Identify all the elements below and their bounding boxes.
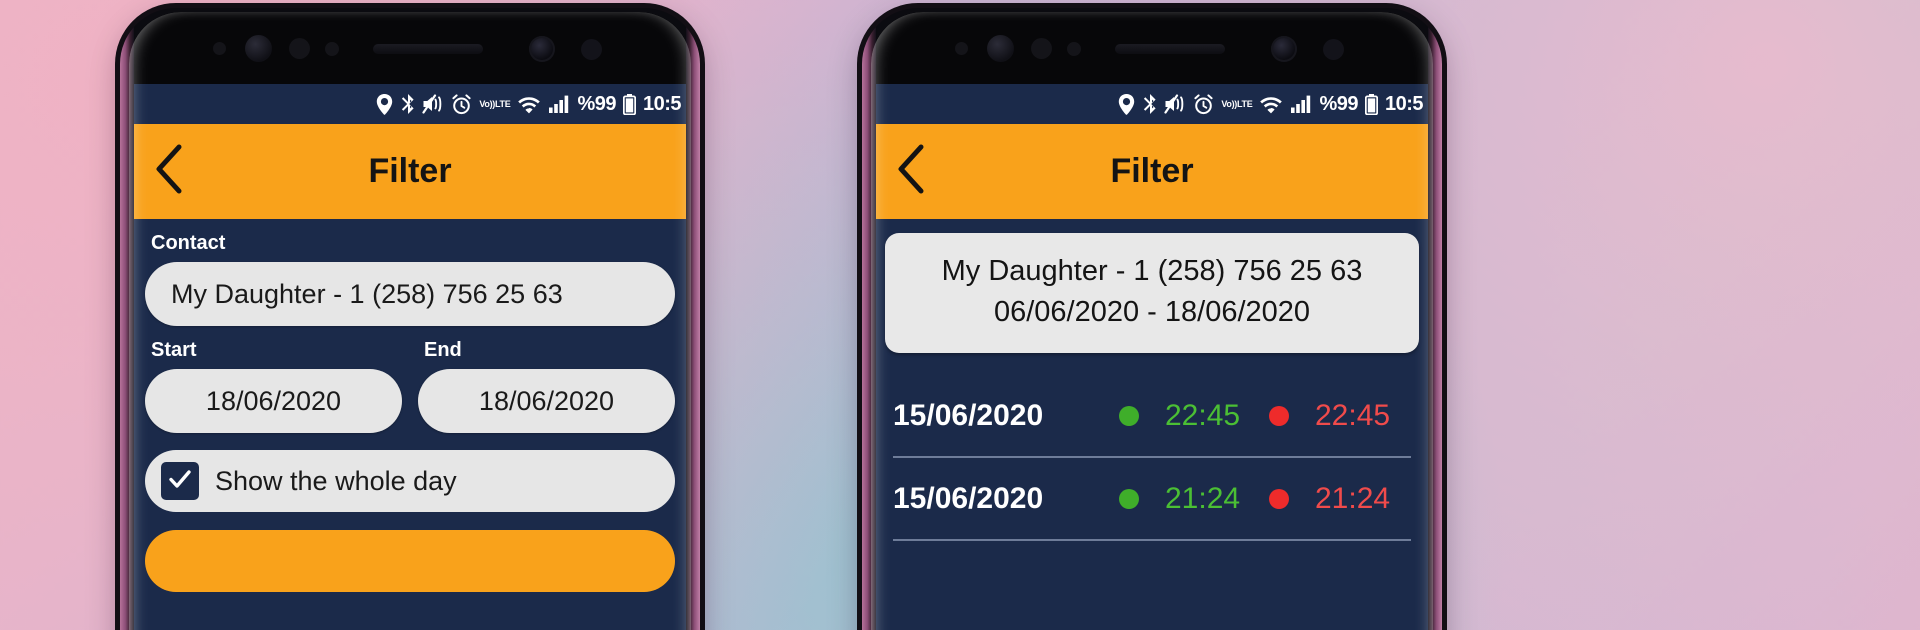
show-whole-day-checkbox[interactable]	[161, 462, 199, 500]
contact-label: Contact	[151, 232, 226, 254]
app-bar-left: Filter	[129, 124, 691, 219]
signal-icon	[548, 94, 570, 114]
app-bar-right: Filter	[871, 124, 1433, 219]
app-screen-right: Vo)) LTE %99 10:5 Filter My Daughter - 1…	[871, 84, 1433, 630]
call-end-time: 21:24	[1315, 481, 1391, 515]
call-start-time: 21:24	[1165, 481, 1241, 515]
red-status-dot	[1269, 488, 1289, 509]
battery-percent-label: %99	[577, 92, 616, 115]
proximity-sensor-icon	[213, 42, 226, 55]
volte-top-label: Vo))	[479, 98, 495, 109]
phone-forehead-left	[129, 12, 691, 84]
chevron-left-icon	[895, 144, 925, 199]
summary-date-range: 06/06/2020 - 18/06/2020	[993, 296, 1311, 329]
apply-filter-button[interactable]	[145, 530, 675, 592]
end-date-group: End 18/06/2020	[418, 326, 675, 433]
battery-icon	[622, 93, 636, 115]
contact-select[interactable]: My Daughter - 1 (258) 756 25 63	[145, 262, 675, 326]
start-date-group: Start 18/06/2020	[145, 326, 402, 433]
clock-label: 10:5	[1384, 92, 1424, 115]
front-camera-icon	[529, 36, 555, 62]
start-label: Start	[151, 339, 197, 361]
date-range-row: Start 18/06/2020 End 18/06/2020	[145, 326, 675, 433]
phone-screen-glass-left: Vo)) LTE %99 10:5 Filter Contact My Daug…	[129, 12, 691, 630]
start-date-input[interactable]: 18/06/2020	[145, 369, 402, 433]
green-status-dot	[1119, 488, 1139, 509]
mute-icon	[1164, 94, 1186, 114]
end-date-input[interactable]: 18/06/2020	[418, 369, 675, 433]
led-indicator-icon	[1067, 42, 1081, 56]
volte-bottom-label: LTE	[1237, 98, 1253, 109]
status-bar-left: Vo)) LTE %99 10:5	[129, 84, 691, 124]
proximity-sensor-icon	[955, 42, 968, 55]
secondary-sensor-icon	[1323, 39, 1344, 60]
green-status-dot	[1119, 405, 1139, 426]
table-row[interactable]: 15/06/2020 21:24 21:24	[893, 458, 1411, 542]
end-label: End	[424, 339, 462, 361]
mute-icon	[422, 94, 444, 114]
earpiece-speaker-icon	[1115, 44, 1225, 54]
back-button[interactable]	[877, 144, 943, 199]
battery-icon	[1364, 93, 1378, 115]
alarm-icon	[451, 93, 472, 115]
call-end-time: 22:45	[1315, 398, 1391, 432]
red-status-dot	[1269, 405, 1289, 426]
phone-device-left: Vo)) LTE %99 10:5 Filter Contact My Daug…	[120, 8, 700, 630]
volte-top-label: Vo))	[1221, 98, 1237, 109]
phone-device-right: Vo)) LTE %99 10:5 Filter My Daughter - 1…	[862, 8, 1442, 630]
end-date-value: 18/06/2020	[478, 385, 615, 416]
summary-contact: My Daughter - 1 (258) 756 25 63	[941, 255, 1363, 287]
page-title: Filter	[1110, 152, 1194, 190]
light-sensor-icon	[1031, 38, 1052, 59]
volte-bottom-label: LTE	[495, 98, 511, 109]
start-date-value: 18/06/2020	[205, 385, 342, 416]
app-screen-left: Vo)) LTE %99 10:5 Filter Contact My Daug…	[129, 84, 691, 630]
phone-screen-glass-right: Vo)) LTE %99 10:5 Filter My Daughter - 1…	[871, 12, 1433, 630]
page-title: Filter	[368, 152, 452, 190]
contact-value: My Daughter - 1 (258) 756 25 63	[171, 278, 563, 309]
iris-scanner-icon	[987, 35, 1014, 62]
clock-label: 10:5	[642, 92, 682, 115]
bluetooth-icon	[1142, 93, 1157, 115]
signal-icon	[1290, 94, 1312, 114]
location-icon	[376, 93, 393, 115]
phone-forehead-right	[871, 12, 1433, 84]
filter-summary-card: My Daughter - 1 (258) 756 25 63 06/06/20…	[885, 233, 1419, 354]
wifi-icon	[517, 94, 541, 114]
check-icon	[167, 466, 193, 497]
volte-icon: Vo)) LTE	[479, 98, 511, 109]
secondary-sensor-icon	[581, 39, 602, 60]
call-date: 15/06/2020	[893, 398, 1044, 432]
back-button[interactable]	[135, 144, 201, 199]
front-camera-icon	[1271, 36, 1297, 62]
chevron-left-icon	[153, 144, 183, 199]
status-bar-right: Vo)) LTE %99 10:5	[871, 84, 1433, 124]
earpiece-speaker-icon	[373, 44, 483, 54]
show-whole-day-label: Show the whole day	[215, 465, 457, 496]
alarm-icon	[1193, 93, 1214, 115]
call-log-list: 15/06/2020 22:45 22:45 15/06/2020 21:24 …	[871, 375, 1433, 542]
wifi-icon	[1259, 94, 1283, 114]
filter-form: Contact My Daughter - 1 (258) 756 25 63 …	[129, 232, 691, 592]
table-row[interactable]: 15/06/2020 22:45 22:45	[893, 375, 1411, 459]
iris-scanner-icon	[245, 35, 272, 62]
battery-percent-label: %99	[1319, 92, 1358, 115]
led-indicator-icon	[325, 42, 339, 56]
call-date: 15/06/2020	[893, 481, 1044, 515]
show-whole-day-row[interactable]: Show the whole day	[145, 450, 675, 512]
bluetooth-icon	[400, 93, 415, 115]
light-sensor-icon	[289, 38, 310, 59]
location-icon	[1118, 93, 1135, 115]
call-start-time: 22:45	[1165, 398, 1241, 432]
volte-icon: Vo)) LTE	[1221, 98, 1253, 109]
